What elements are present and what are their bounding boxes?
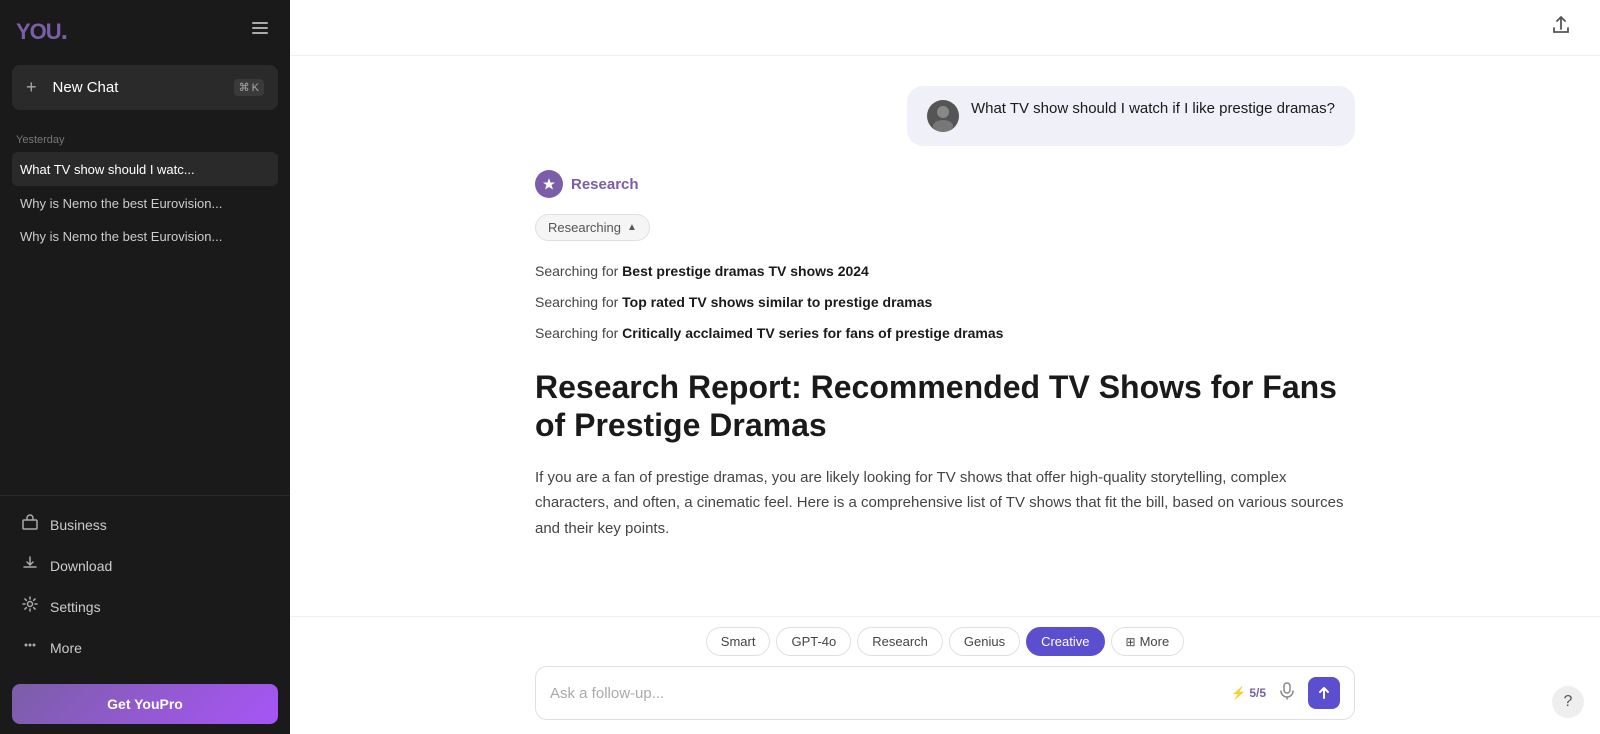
chat-container: What TV show should I watch if I like pr… (515, 86, 1375, 561)
send-button[interactable] (1308, 677, 1340, 709)
sidebar-footer-settings[interactable]: Settings (12, 586, 278, 627)
avatar (927, 100, 959, 132)
history-item-text-1: Why is Nemo the best Eurovision... (20, 196, 270, 211)
tab-research[interactable]: Research (857, 627, 943, 656)
settings-label: Settings (50, 599, 101, 615)
report-title: Research Report: Recommended TV Shows fo… (535, 368, 1355, 445)
tab-gpt4o[interactable]: GPT-4o (776, 627, 851, 656)
search-query-1: Searching for Top rated TV shows similar… (535, 292, 1355, 313)
input-badge: ⚡ 5/5 (1231, 686, 1266, 700)
tab-smart[interactable]: Smart (706, 627, 771, 656)
download-icon (20, 555, 40, 576)
ai-response: Research Researching ▲ Searching for Bes… (535, 170, 1355, 541)
logo-dot: . (61, 15, 67, 45)
sidebar-footer-more[interactable]: More (12, 627, 278, 668)
main-header (290, 0, 1600, 56)
chat-history: Yesterday What TV show should I watc... … (0, 122, 290, 495)
help-icon: ? (1564, 693, 1573, 711)
mode-tabs: Smart GPT-4o Research Genius Creative ⊞ … (706, 627, 1184, 656)
sidebar-header: YOU. (0, 0, 290, 61)
mic-button[interactable] (1276, 680, 1298, 707)
main-content: What TV show should I watch if I like pr… (290, 0, 1600, 734)
bolt-icon: ⚡ (1231, 686, 1246, 700)
ai-icon (535, 170, 563, 198)
input-right: ⚡ 5/5 (1231, 677, 1340, 709)
more-label: More (50, 640, 82, 656)
chat-input-wrap: ⚡ 5/5 (535, 666, 1355, 720)
sidebar-footer: Business Download Settings More (0, 495, 290, 676)
history-item-1[interactable]: Why is Nemo the best Eurovision... (12, 188, 278, 219)
toggle-sidebar-button[interactable] (246, 14, 274, 47)
search-queries: Searching for Best prestige dramas TV sh… (535, 261, 1355, 344)
get-pro-button[interactable]: Get YouPro (12, 684, 278, 724)
sidebar-footer-business[interactable]: Business (12, 504, 278, 545)
history-section-label: Yesterday (16, 134, 274, 146)
new-chat-shortcut: ⌘ K (234, 79, 264, 96)
chat-input[interactable] (550, 685, 1231, 702)
search-query-2: Searching for Critically acclaimed TV se… (535, 323, 1355, 344)
badge-text: 5/5 (1249, 686, 1266, 700)
sidebar: YOU. + New Chat ⌘ K Yesterday What TV sh… (0, 0, 290, 734)
user-message-wrap: What TV show should I watch if I like pr… (535, 86, 1355, 146)
history-item-text-0: What TV show should I watc... (20, 162, 254, 177)
help-button[interactable]: ? (1552, 686, 1584, 718)
share-button[interactable] (1542, 10, 1580, 45)
history-item-2[interactable]: Why is Nemo the best Eurovision... (12, 221, 278, 252)
sidebar-footer-download[interactable]: Download (12, 545, 278, 586)
logo: YOU. (16, 15, 67, 46)
chevron-up-icon: ▲ (627, 222, 637, 233)
download-label: Download (50, 558, 112, 574)
chat-area: What TV show should I watch if I like pr… (290, 56, 1600, 616)
business-icon (20, 514, 40, 535)
input-area: Smart GPT-4o Research Genius Creative ⊞ … (290, 616, 1600, 734)
search-query-0: Searching for Best prestige dramas TV sh… (535, 261, 1355, 282)
tab-creative[interactable]: Creative (1026, 627, 1104, 656)
new-chat-button[interactable]: + New Chat ⌘ K (12, 65, 278, 110)
tab-genius[interactable]: Genius (949, 627, 1020, 656)
researching-label: Researching (548, 220, 621, 235)
business-label: Business (50, 517, 107, 533)
history-item-0[interactable]: What TV show should I watc... ··· (12, 152, 278, 186)
grid-icon: ⊞ (1126, 635, 1136, 649)
tab-more[interactable]: ⊞ More (1111, 627, 1185, 656)
logo-text: YOU (16, 19, 61, 44)
user-message: What TV show should I watch if I like pr… (907, 86, 1355, 146)
researching-pill[interactable]: Researching ▲ (535, 214, 650, 241)
report-intro: If you are a fan of prestige dramas, you… (535, 465, 1355, 542)
history-item-text-2: Why is Nemo the best Eurovision... (20, 229, 270, 244)
more-icon (20, 637, 40, 658)
plus-icon: + (26, 77, 37, 98)
settings-icon (20, 596, 40, 617)
ai-label: Research (535, 170, 1355, 198)
ai-name: Research (571, 176, 639, 193)
user-query-text: What TV show should I watch if I like pr… (971, 100, 1335, 117)
new-chat-label: New Chat (53, 79, 119, 96)
